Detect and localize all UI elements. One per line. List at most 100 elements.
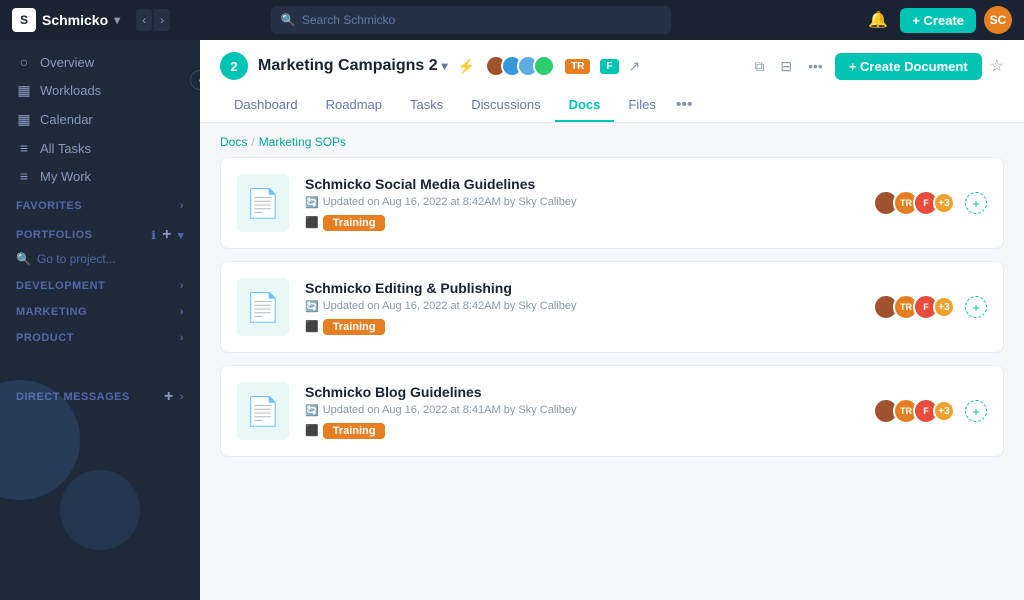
breadcrumb-separator: / [251,135,254,149]
header-right: 🔔 + Create SC [864,6,1012,34]
sidebar-label-all-tasks: All Tasks [40,141,91,156]
refresh-icon-3: 🔄 [305,404,319,417]
filter-icon[interactable]: ⊟ [776,54,796,79]
doc-meta-1: 🔄 Updated on Aug 16, 2022 at 8:42AM by S… [305,196,857,209]
doc-title-3: Schmicko Blog Guidelines [305,384,857,400]
content-area: 2 Marketing Campaigns 2 ▾ ⚡ TR F ↗ ⧉ ⊟ [200,40,1024,600]
doc-file-icon-1: 📄 [246,187,281,220]
sidebar-item-calendar[interactable]: ▦ Calendar [0,105,200,134]
breadcrumb-root[interactable]: Docs [220,135,247,149]
product-label: PRODUCT [16,332,74,344]
sidebar-item-my-work[interactable]: ≡ My Work [0,162,200,190]
sidebar-item-workloads[interactable]: ▦ Workloads [0,76,200,105]
portfolios-add[interactable]: + [162,226,172,244]
doc-meta-3: 🔄 Updated on Aug 16, 2022 at 8:41AM by S… [305,404,857,417]
project-chevron: ▾ [442,59,448,73]
tag-icon-2: ⬛ [305,320,319,333]
sidebar-label-overview: Overview [40,55,94,70]
search-icon: 🔍 [281,13,296,27]
doc-item-3[interactable]: 📄 Schmicko Blog Guidelines 🔄 Updated on … [220,365,1004,457]
lightning-icon: ⚡ [458,58,475,75]
tab-tasks[interactable]: Tasks [396,89,457,122]
tab-discussions[interactable]: Discussions [457,89,554,122]
sidebar-item-all-tasks[interactable]: ≡ All Tasks [0,134,200,162]
user-avatar[interactable]: SC [984,6,1012,34]
more-icon[interactable]: ••• [804,54,827,78]
sidebar-section-portfolios[interactable]: PORTFOLIOS ℹ + ▾ [0,216,200,248]
doc-icon-box-2: 📄 [237,278,289,336]
badge-f: F [600,59,618,74]
sidebar-section-product[interactable]: PRODUCT › [0,322,200,348]
doc-right-2: TR F +3 + [873,294,987,320]
project-search[interactable]: 🔍 Go to project... [0,248,200,270]
search-project-icon: 🔍 [16,252,31,266]
doc-tag-row-2: ⬛ Training [305,319,857,335]
project-number: 2 [220,52,248,80]
marketing-label: MARKETING [16,306,87,318]
doc-plus-count-1: +3 [933,192,955,214]
add-member-3[interactable]: + [965,400,987,422]
tab-files[interactable]: Files [614,89,669,122]
doc-plus-count-2: +3 [933,296,955,318]
add-member-1[interactable]: + [965,192,987,214]
search-bar[interactable]: 🔍 [271,6,671,34]
tab-more[interactable]: ••• [670,88,699,122]
top-header: S Schmicko ▾ ‹ › 🔍 🔔 + Create SC [0,0,1024,40]
sidebar-label-calendar: Calendar [40,112,93,127]
sidebar-item-overview[interactable]: ○ Overview [0,48,200,76]
doc-tag-2: Training [323,319,386,335]
tab-docs[interactable]: Docs [555,89,615,122]
logo-icon: S [12,8,36,32]
tab-roadmap[interactable]: Roadmap [312,89,396,122]
doc-right-1: TR F +3 + [873,190,987,216]
breadcrumb: Docs / Marketing SOPs [200,123,1024,157]
logo-area[interactable]: S Schmicko ▾ [12,8,120,32]
dm-actions: + › [164,388,184,406]
doc-file-icon-3: 📄 [246,395,281,428]
all-tasks-icon: ≡ [16,140,32,156]
sidebar-section-development[interactable]: DEVELOPMENT › [0,270,200,296]
project-name-title[interactable]: Marketing Campaigns 2 ▾ [258,57,448,75]
doc-info-2: Schmicko Editing & Publishing 🔄 Updated … [305,280,857,335]
portfolios-label: PORTFOLIOS [16,229,93,241]
doc-tag-3: Training [323,423,386,439]
search-input[interactable] [302,13,661,27]
my-work-icon: ≡ [16,168,32,184]
project-actions: ⧉ ⊟ ••• + Create Document ☆ [750,53,1004,80]
dm-add[interactable]: + [164,388,174,406]
project-title-row: 2 Marketing Campaigns 2 ▾ ⚡ TR F ↗ ⧉ ⊟ [220,40,1004,88]
portfolios-info: ℹ [151,229,156,242]
doc-item-2[interactable]: 📄 Schmicko Editing & Publishing 🔄 Update… [220,261,1004,353]
sidebar-section-favorites[interactable]: FAVORITES › [0,190,200,216]
sidebar: ‹ ○ Overview ▦ Workloads ▦ Calendar ≡ Al… [0,40,200,600]
development-expand: › [180,280,184,292]
deco-circle-2 [60,470,140,550]
nav-forward[interactable]: › [154,9,170,31]
brand-name: Schmicko [42,12,108,28]
tab-dashboard[interactable]: Dashboard [220,89,312,122]
notification-bell[interactable]: 🔔 [864,6,892,34]
doc-icon-box-3: 📄 [237,382,289,440]
favorites-label: FAVORITES [16,200,82,212]
doc-title-2: Schmicko Editing & Publishing [305,280,857,296]
doc-avatars-3: TR F +3 [873,398,955,424]
share-icon[interactable]: ↗ [629,58,641,75]
development-label: DEVELOPMENT [16,280,105,292]
refresh-icon-1: 🔄 [305,196,319,209]
add-member-2[interactable]: + [965,296,987,318]
breadcrumb-current[interactable]: Marketing SOPs [259,135,346,149]
doc-avatars-1: TR F +3 [873,190,955,216]
doc-meta-2: 🔄 Updated on Aug 16, 2022 at 8:42AM by S… [305,300,857,313]
portfolios-expand: ▾ [178,229,184,242]
create-button[interactable]: + Create [900,8,976,33]
doc-item-1[interactable]: 📄 Schmicko Social Media Guidelines 🔄 Upd… [220,157,1004,249]
copy-icon[interactable]: ⧉ [750,54,768,79]
doc-icon-box-1: 📄 [237,174,289,232]
sidebar-section-marketing[interactable]: MARKETING › [0,296,200,322]
create-document-button[interactable]: + Create Document [835,53,982,80]
nav-back[interactable]: ‹ [136,9,152,31]
portfolios-actions: ℹ + ▾ [151,226,184,244]
project-avatars [485,55,555,77]
star-icon[interactable]: ☆ [990,56,1004,76]
project-header: 2 Marketing Campaigns 2 ▾ ⚡ TR F ↗ ⧉ ⊟ [200,40,1024,123]
